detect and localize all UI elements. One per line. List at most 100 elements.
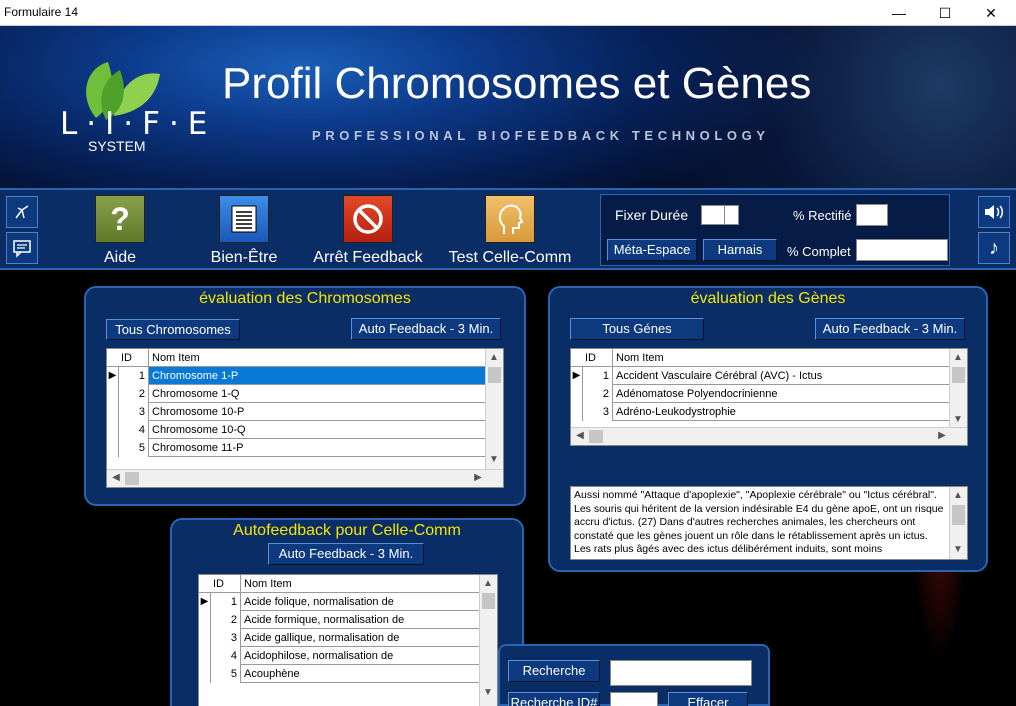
maximize-button[interactable]: ☐ — [922, 0, 968, 26]
row-indicator-icon: ▶ — [107, 367, 119, 385]
vertical-scrollbar[interactable]: ▲ ▼ — [949, 487, 967, 559]
table-row[interactable]: ▶ 1 Accident Vasculaire Cérébral (AVC) -… — [571, 367, 949, 385]
tous-genes-button[interactable]: Tous Génes — [570, 318, 704, 340]
close-button[interactable]: ✕ — [968, 0, 1014, 26]
vertical-scrollbar[interactable]: ▲ ▼ — [485, 349, 503, 469]
row-id: 3 — [211, 629, 241, 647]
logo-subtext: SYSTEM — [88, 138, 146, 154]
scroll-right-icon[interactable]: ▶ — [470, 470, 486, 486]
row-id: 1 — [211, 593, 241, 611]
music-note-icon: ♪ — [989, 237, 999, 259]
chat-icon-button[interactable] — [6, 232, 38, 264]
chromosomes-auto-feedback-button[interactable]: Auto Feedback - 3 Min. — [351, 318, 501, 340]
genes-auto-feedback-button[interactable]: Auto Feedback - 3 Min. — [815, 318, 965, 340]
table-row[interactable]: 5 Chromosome 11-P — [107, 439, 485, 457]
row-name: Chromosome 10-Q — [152, 424, 246, 436]
gene-description-text: Aussi nommé "Attaque d'apoplexie", "Apop… — [574, 489, 944, 555]
row-id: 1 — [583, 367, 613, 385]
arret-feedback-button[interactable]: Arrêt Feedback — [308, 195, 428, 267]
recherche-input[interactable] — [610, 660, 752, 686]
row-indicator — [199, 611, 211, 629]
row-name: Chromosome 1-P — [152, 370, 239, 382]
table-row[interactable]: 2 Adénomatose Polyendocrinienne — [571, 385, 949, 403]
recherche-id-button[interactable]: Recherche ID# — [508, 692, 600, 706]
table-row[interactable]: 3 Acide gallique, normalisation de — [199, 629, 479, 647]
recherche-id-input[interactable] — [610, 692, 658, 706]
scroll-thumb[interactable] — [482, 593, 495, 609]
gene-description: Aussi nommé "Attaque d'apoplexie", "Apop… — [570, 486, 968, 560]
table-row[interactable]: 2 Chromosome 1-Q — [107, 385, 485, 403]
sound-button[interactable] — [978, 196, 1010, 228]
table-row[interactable]: 2 Acide formique, normalisation de — [199, 611, 479, 629]
row-name: Adréno-Leukodystrophie — [616, 406, 736, 418]
scroll-up-icon[interactable]: ▲ — [950, 350, 966, 366]
vertical-scrollbar[interactable]: ▲ ▼ — [479, 575, 497, 706]
table-row[interactable]: ▶ 1 Acide folique, normalisation de — [199, 593, 479, 611]
row-id: 5 — [119, 439, 149, 457]
scroll-thumb[interactable] — [952, 367, 965, 383]
minimize-button[interactable]: — — [876, 0, 922, 26]
aide-label: Aide — [103, 249, 137, 266]
speaker-icon — [985, 205, 1003, 219]
search-panel: Recherche Recherche ID# Effacer — [498, 644, 770, 706]
table-row[interactable]: 3 Chromosome 10-P — [107, 403, 485, 421]
scroll-thumb[interactable] — [952, 505, 965, 525]
scroll-up-icon[interactable]: ▲ — [480, 576, 496, 592]
col-name-header: Nom Item — [244, 578, 292, 590]
stepper-down-icon[interactable]: ▼ — [724, 215, 738, 224]
pct-complet-field — [856, 239, 948, 261]
antenna-icon-button[interactable] — [6, 196, 38, 228]
duree-stepper[interactable]: 1 ▲ ▼ — [701, 205, 739, 225]
row-id: 2 — [119, 385, 149, 403]
list-icon — [219, 195, 269, 243]
header-banner: L·I·F·E SYSTEM Profil Chromosomes et Gèn… — [0, 26, 1016, 188]
chromosomes-title: évaluation des Chromosomes — [199, 290, 411, 307]
scroll-left-icon[interactable]: ◀ — [572, 428, 588, 444]
row-indicator-icon: ▶ — [199, 593, 211, 611]
scroll-up-icon[interactable]: ▲ — [950, 488, 966, 504]
table-row[interactable]: 3 Adréno-Leukodystrophie — [571, 403, 949, 421]
row-indicator — [107, 439, 119, 457]
aide-button[interactable]: ? Aide — [60, 195, 180, 267]
table-row[interactable]: 4 Acidophilose, normalisation de — [199, 647, 479, 665]
scroll-up-icon[interactable]: ▲ — [486, 350, 502, 366]
tous-chromosomes-button[interactable]: Tous Chromosomes — [106, 319, 240, 340]
scroll-down-icon[interactable]: ▼ — [486, 452, 502, 468]
test-celle-comm-button[interactable]: Test Celle-Comm — [446, 195, 574, 267]
effacer-button[interactable]: Effacer — [668, 692, 748, 706]
stepper-up-icon[interactable]: ▲ — [724, 206, 738, 215]
recherche-button[interactable]: Recherche — [508, 660, 600, 682]
scroll-thumb[interactable] — [488, 367, 501, 383]
autofeedback-table[interactable]: ID Nom Item ▶ 1 Acide folique, normalisa… — [198, 574, 498, 706]
scroll-left-icon[interactable]: ◀ — [108, 470, 124, 486]
scroll-thumb[interactable] — [589, 430, 603, 443]
col-id-header: ID — [119, 349, 149, 367]
scroll-thumb[interactable] — [125, 472, 139, 485]
genes-panel: évaluation des Gènes Tous Génes Auto Fee… — [548, 286, 988, 572]
harnais-button[interactable]: Harnais — [703, 239, 777, 261]
scroll-down-icon[interactable]: ▼ — [950, 412, 966, 428]
app-window: L·I·F·E SYSTEM Profil Chromosomes et Gèn… — [0, 26, 1016, 706]
meta-espace-button[interactable]: Méta-Espace — [607, 239, 697, 261]
table-row[interactable]: 4 Chromosome 10-Q — [107, 421, 485, 439]
scroll-down-icon[interactable]: ▼ — [950, 542, 966, 558]
genes-table[interactable]: ID Nom Item ▶ 1 Accident Vasculaire Céré… — [570, 348, 968, 446]
row-name: Accident Vasculaire Cérébral (AVC) - Ict… — [616, 370, 823, 382]
bien-etre-button[interactable]: Bien-Être — [184, 195, 304, 267]
chromosomes-table[interactable]: ID Nom Item ▶ 1 Chromosome 1-P 2 Chromos… — [106, 348, 504, 488]
vertical-scrollbar[interactable]: ▲ ▼ — [949, 349, 967, 429]
row-indicator — [107, 385, 119, 403]
table-row[interactable]: 5 Acouphène — [199, 665, 479, 683]
music-button[interactable]: ♪ — [978, 232, 1010, 264]
row-indicator — [571, 403, 583, 421]
horizontal-scrollbar[interactable]: ◀ ▶ — [571, 427, 967, 445]
horizontal-scrollbar[interactable]: ◀ ▶ — [107, 469, 503, 487]
row-id: 2 — [211, 611, 241, 629]
toolbar: ? Aide Bien-Être Arrêt Feedback Test Cel… — [0, 188, 1016, 270]
scroll-right-icon[interactable]: ▶ — [934, 428, 950, 444]
duration-panel: Fixer Durée 1 ▲ ▼ % Rectifié Méta-Espace… — [600, 194, 950, 266]
table-row[interactable]: ▶ 1 Chromosome 1-P — [107, 367, 485, 385]
scroll-down-icon[interactable]: ▼ — [480, 685, 496, 701]
autofeedback-auto-button[interactable]: Auto Feedback - 3 Min. — [268, 543, 424, 565]
question-icon: ? — [95, 195, 145, 243]
